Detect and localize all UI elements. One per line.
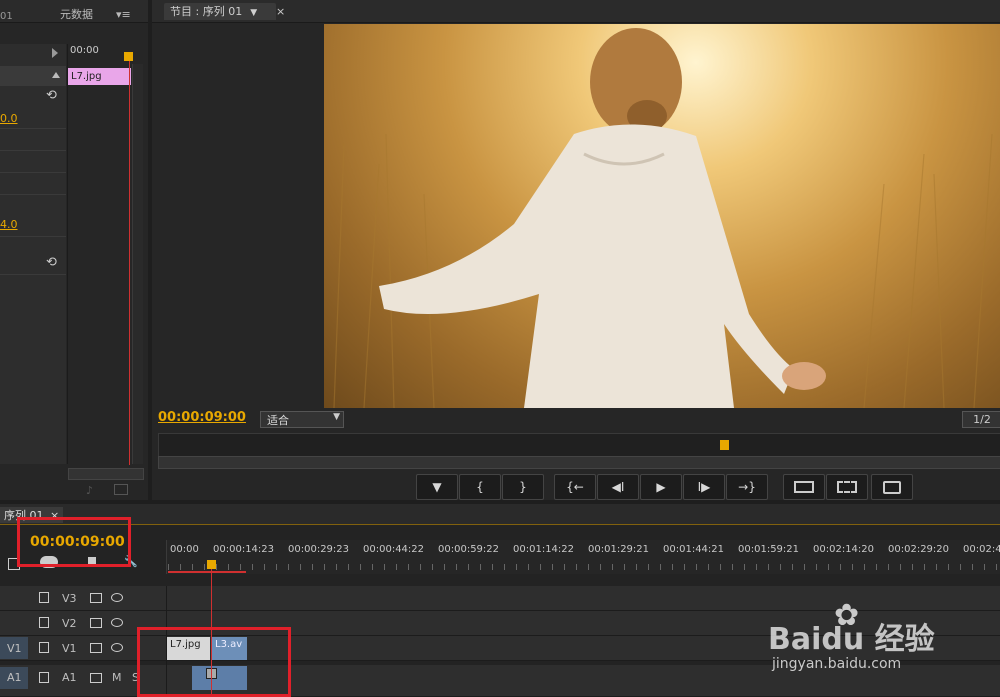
- row-divider: [0, 150, 66, 151]
- expand-arrow-icon[interactable]: [52, 48, 58, 58]
- mini-ruler-time: 00:00: [70, 45, 99, 56]
- tab-underline: [0, 524, 1000, 525]
- extract-icon: [837, 481, 857, 493]
- ruler-label: 00:01:14:22: [513, 544, 575, 555]
- track-name-v2[interactable]: V2: [62, 617, 77, 630]
- ruler-label: 00:02:14:20: [813, 544, 875, 555]
- lock-icon[interactable]: [39, 617, 49, 628]
- tab-program[interactable]: 节目 : 序列 01 ▼: [164, 3, 276, 20]
- property-value-2[interactable]: 4.0: [0, 218, 18, 231]
- export-icon[interactable]: [114, 484, 128, 495]
- reset-icon-2[interactable]: ⟲: [46, 255, 57, 270]
- annotation-box-clips: [137, 627, 291, 697]
- zoom-select-value: 适合: [267, 414, 289, 427]
- step-forward-button[interactable]: I▶: [683, 474, 725, 500]
- step-back-button[interactable]: ◀I: [597, 474, 639, 500]
- annotation-box-timecode: [17, 517, 131, 567]
- ruler-label: 00:01:29:21: [588, 544, 650, 555]
- export-frame-button[interactable]: [871, 474, 913, 500]
- program-monitor-panel: 节目 : 序列 01 ▼ × 00:00:09:00 适合 ▼ 1/2 ▼ { }…: [152, 0, 1000, 500]
- row-divider: [0, 274, 66, 275]
- eye-icon[interactable]: [111, 643, 123, 652]
- program-playhead-marker[interactable]: [720, 440, 729, 450]
- source-patch-v1-label: V1: [7, 642, 22, 655]
- ruler-label: 00:00:29:23: [288, 544, 350, 555]
- tab-fragment[interactable]: 01: [0, 11, 13, 22]
- mark-in-button[interactable]: {: [459, 474, 501, 500]
- ruler-label: 00:01:44:21: [663, 544, 725, 555]
- effect-controls-panel: 01 元数据 ▾≡ ⟲ 0.0 4.0 ⟲ 00:00 L7.jpg ♪: [0, 0, 148, 500]
- resolution-select[interactable]: 1/2: [962, 411, 1000, 428]
- mini-clip[interactable]: L7.jpg: [68, 68, 131, 85]
- program-tab-label: 节目 : 序列 01: [170, 5, 243, 18]
- mute-button[interactable]: M: [112, 671, 122, 684]
- collapse-arrow-icon[interactable]: [52, 72, 60, 78]
- video-frame: [324, 24, 1000, 408]
- add-marker-button[interactable]: ▼: [416, 474, 458, 500]
- chevron-down-icon[interactable]: ▼: [250, 8, 257, 18]
- eye-icon[interactable]: [111, 618, 123, 627]
- tab-metadata[interactable]: 元数据: [54, 6, 99, 23]
- sync-icon[interactable]: [90, 593, 102, 603]
- video-image: [333, 28, 993, 408]
- sync-icon[interactable]: [90, 643, 102, 653]
- lift-icon: [794, 481, 814, 493]
- extract-button[interactable]: [826, 474, 868, 500]
- row-divider: [0, 128, 66, 129]
- mini-playhead-marker[interactable]: [124, 52, 133, 61]
- timeline-playhead-marker[interactable]: [207, 560, 216, 569]
- row-divider: [0, 236, 66, 237]
- vertical-scrollbar[interactable]: [132, 64, 143, 464]
- row-divider: [0, 172, 66, 173]
- track-name-a1[interactable]: A1: [62, 671, 77, 684]
- watermark-url: jingyan.baidu.com: [772, 656, 902, 672]
- ruler-label: 00:00:14:23: [213, 544, 275, 555]
- program-scrubber[interactable]: [158, 433, 1000, 457]
- ruler-label: 00:00:59:22: [438, 544, 500, 555]
- chevron-down-icon: ▼: [333, 412, 340, 422]
- program-timecode[interactable]: 00:00:09:00: [158, 410, 246, 425]
- watermark-brand: Baidu 经验: [768, 622, 935, 657]
- lift-button[interactable]: [783, 474, 825, 500]
- track-name-v1[interactable]: V1: [62, 642, 77, 655]
- mini-scrollbar[interactable]: [68, 468, 144, 480]
- lock-icon[interactable]: [39, 672, 49, 683]
- property-value-1[interactable]: 0.0: [0, 112, 18, 125]
- timeline-tabbar: [0, 504, 1000, 525]
- properties-area: [0, 44, 66, 464]
- zoom-select[interactable]: 适合 ▼: [260, 411, 344, 428]
- work-area-bar[interactable]: [168, 571, 246, 573]
- play-button[interactable]: ▶: [640, 474, 682, 500]
- camera-icon: [883, 481, 901, 494]
- sync-icon[interactable]: [90, 673, 102, 683]
- ruler-ticks: [168, 564, 998, 570]
- track-name-v3[interactable]: V3: [62, 592, 77, 605]
- mini-playhead[interactable]: [129, 55, 130, 465]
- row-divider: [0, 194, 66, 195]
- ruler-label: 00:00: [170, 544, 199, 555]
- ruler-label: 00:01:59:21: [738, 544, 800, 555]
- sync-icon[interactable]: [90, 618, 102, 628]
- lock-icon[interactable]: [39, 592, 49, 603]
- ruler-label: 00:02:4: [963, 544, 1000, 555]
- ruler-label: 00:00:44:22: [363, 544, 425, 555]
- eye-icon[interactable]: [111, 593, 123, 602]
- go-to-in-button[interactable]: {←: [554, 474, 596, 500]
- lock-icon[interactable]: [39, 642, 49, 653]
- program-scrollbar[interactable]: [158, 456, 1000, 469]
- close-icon[interactable]: ×: [276, 5, 285, 18]
- source-patch-a1-label: A1: [7, 671, 22, 684]
- reset-icon[interactable]: ⟲: [46, 88, 57, 103]
- panel-menu-icon[interactable]: ▾≡: [116, 8, 131, 21]
- ruler-label: 00:02:29:20: [888, 544, 950, 555]
- mark-out-button[interactable]: }: [502, 474, 544, 500]
- go-to-out-button[interactable]: →}: [726, 474, 768, 500]
- audio-icon[interactable]: ♪: [86, 484, 93, 497]
